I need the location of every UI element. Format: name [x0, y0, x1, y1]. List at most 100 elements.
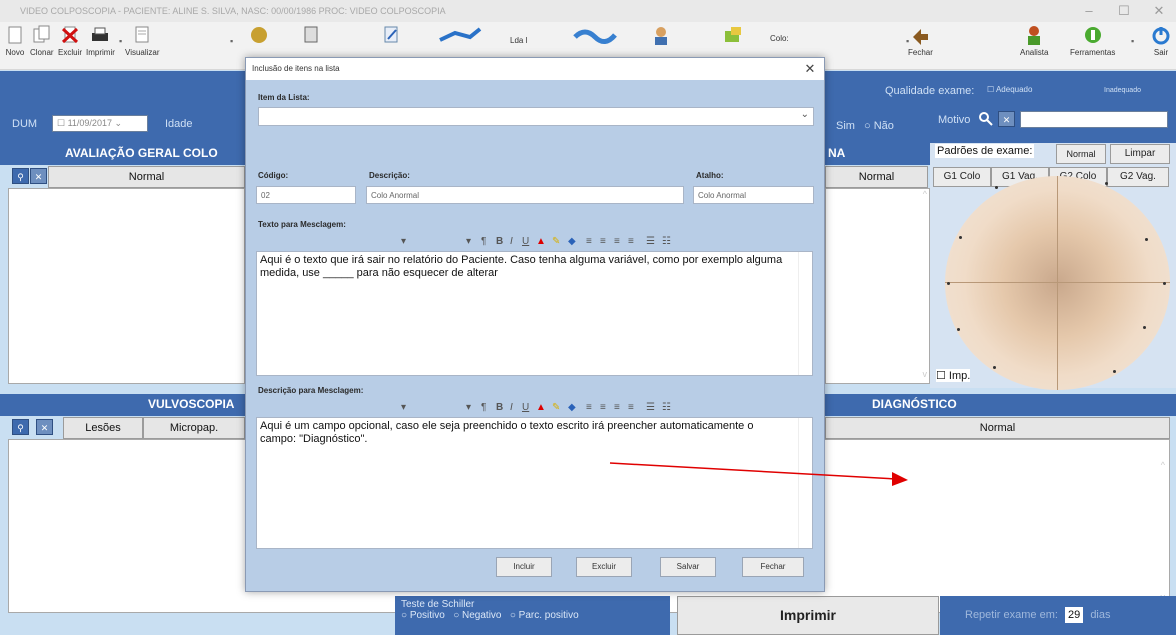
dialog-close-icon[interactable]: ✕ — [802, 60, 818, 78]
avaliacao-list[interactable] — [8, 188, 245, 384]
image-icon[interactable]: ◆ — [568, 236, 576, 247]
analista-button[interactable]: Analista — [1020, 25, 1048, 57]
visualizar-button[interactable]: Visualizar — [125, 25, 160, 57]
italic-icon[interactable]: I — [510, 236, 513, 247]
font-color-icon[interactable]: ▲ — [536, 236, 546, 247]
fechar-toolbar-label: Fechar — [908, 48, 933, 57]
clear-icon[interactable]: ✕ — [998, 111, 1015, 127]
scroll-up-icon[interactable]: ^ — [923, 189, 927, 199]
edit-button[interactable] — [380, 25, 402, 48]
avaliacao-right-list[interactable]: ^ v — [825, 188, 930, 384]
imprimir-dropdown-icon[interactable]: ▪ — [119, 36, 122, 46]
diagnostico-normal-col[interactable]: Normal — [825, 417, 1170, 439]
justify-icon[interactable]: ≡ — [628, 236, 634, 247]
motivo-input[interactable] — [1020, 111, 1168, 128]
justify-icon[interactable]: ≡ — [628, 402, 634, 413]
micropap-col[interactable]: Micropap. — [143, 417, 245, 439]
avaliacao-search-icon[interactable]: ⚲ — [12, 168, 29, 184]
scroll-down-icon[interactable]: v — [923, 369, 928, 379]
fechar-toolbar-button[interactable]: Fechar — [908, 25, 933, 57]
tab-g2-vag[interactable]: G2 Vag. — [1107, 167, 1169, 187]
minimize-button[interactable]: – — [1080, 2, 1098, 20]
texto-mesclagem-editor[interactable]: Aqui é o texto que irá sair no relatório… — [256, 251, 813, 376]
paragraph-icon[interactable]: ¶ — [481, 402, 486, 413]
maximize-button[interactable]: ☐ — [1115, 2, 1133, 20]
excluir-dialog-button[interactable]: Excluir — [576, 557, 632, 577]
bold-icon[interactable]: B — [496, 402, 503, 413]
align-center-icon[interactable]: ≡ — [600, 236, 606, 247]
font-dropdown-icon[interactable]: ▾ — [401, 402, 406, 413]
descricao-input[interactable]: Colo Anormal — [366, 186, 684, 204]
schiller-positivo-radio[interactable]: ○ Positivo — [401, 610, 445, 621]
nao-radio[interactable]: ○ Não — [864, 120, 894, 132]
vulvoscopia-clear-icon[interactable]: ✕ — [36, 419, 53, 435]
align-center-icon[interactable]: ≡ — [600, 402, 606, 413]
align-right-icon[interactable]: ≡ — [614, 402, 620, 413]
ferramentas-dropdown-icon[interactable]: ▪ — [1131, 36, 1134, 46]
lesoes-col[interactable]: Lesões — [63, 417, 143, 439]
underline-icon[interactable]: U — [522, 402, 529, 413]
search-icon[interactable] — [978, 111, 994, 127]
ferramentas-button[interactable]: Ferramentas — [1070, 25, 1115, 57]
numbered-list-icon[interactable]: ☷ — [662, 402, 671, 413]
codigo-label: Código: — [258, 171, 289, 180]
visualizar-dropdown-icon[interactable]: ▪ — [230, 36, 233, 46]
italic-icon[interactable]: I — [510, 402, 513, 413]
numbered-list-icon[interactable]: ☷ — [662, 236, 671, 247]
size-dropdown-icon[interactable]: ▾ — [466, 402, 471, 413]
schiller-negativo-radio[interactable]: ○ Negativo — [453, 610, 501, 621]
tab-g1-colo[interactable]: G1 Colo — [933, 167, 991, 187]
font-dropdown-icon[interactable]: ▾ — [401, 236, 406, 247]
paragraph-icon[interactable]: ¶ — [481, 236, 486, 247]
salvar-button[interactable]: Salvar — [660, 557, 716, 577]
bullet-list-icon[interactable]: ☰ — [646, 236, 655, 247]
imprimir-button[interactable]: Imprimir — [677, 596, 939, 635]
doctor-button[interactable] — [650, 25, 672, 48]
item-lista-select[interactable]: ⌄ — [258, 107, 814, 126]
highlight-icon[interactable]: ✎ — [552, 236, 560, 247]
repetir-input[interactable]: 29 — [1065, 607, 1084, 623]
cervix-diagram[interactable] — [945, 176, 1170, 390]
codigo-input[interactable]: 02 — [256, 186, 356, 204]
dum-date-input[interactable]: ☐ 11/09/2017 ⌄ — [52, 115, 148, 132]
bullet-list-icon[interactable]: ☰ — [646, 402, 655, 413]
imp-checkbox[interactable]: ☐ Imp. — [936, 369, 971, 382]
sair-button[interactable]: Sair — [1150, 25, 1172, 57]
video-button[interactable] — [570, 25, 620, 48]
texto-scrollbar[interactable] — [798, 252, 812, 375]
fechar-dialog-button[interactable]: Fechar — [742, 557, 804, 577]
excluir-button[interactable]: Excluir — [58, 25, 82, 57]
align-left-icon[interactable]: ≡ — [586, 402, 592, 413]
camera-button[interactable] — [430, 25, 490, 48]
avaliacao-normal-col[interactable]: Normal — [48, 166, 245, 188]
schiller-parcial-label: Parc. positivo — [518, 610, 579, 621]
close-window-button[interactable]: ✕ — [1150, 2, 1168, 20]
adequado-checkbox[interactable]: ☐ Adequado — [987, 85, 1032, 94]
document-button[interactable] — [300, 25, 322, 48]
padroes-limpar-button[interactable]: Limpar — [1110, 144, 1170, 164]
sim-radio[interactable]: Sim — [836, 120, 855, 132]
imprimir-toolbar-button[interactable]: Imprimir — [86, 25, 115, 57]
atalho-input[interactable]: Colo Anormal — [693, 186, 814, 204]
underline-icon[interactable]: U — [522, 236, 529, 247]
lower-scroll-up-icon[interactable]: ^ — [1161, 460, 1165, 470]
highlight-icon[interactable]: ✎ — [552, 402, 560, 413]
align-right-icon[interactable]: ≡ — [614, 236, 620, 247]
schiller-parcial-radio[interactable]: ○ Parc. positivo — [510, 610, 579, 621]
clonar-button[interactable]: Clonar — [30, 25, 54, 57]
vulvoscopia-search-icon[interactable]: ⚲ — [12, 419, 29, 435]
incluir-button[interactable]: Incluir — [496, 557, 552, 577]
novo-button[interactable]: Novo — [4, 25, 26, 57]
avaliacao-right-normal-col[interactable]: Normal — [825, 166, 928, 188]
gallery-button[interactable] — [248, 25, 270, 48]
font-color-icon[interactable]: ▲ — [536, 402, 546, 413]
descricao-label: Descrição: — [369, 171, 410, 180]
align-left-icon[interactable]: ≡ — [586, 236, 592, 247]
bold-icon[interactable]: B — [496, 236, 503, 247]
image-icon[interactable]: ◆ — [568, 402, 576, 413]
size-dropdown-icon[interactable]: ▾ — [466, 236, 471, 247]
avaliacao-clear-icon[interactable]: ✕ — [30, 168, 47, 184]
export-button[interactable] — [722, 25, 744, 48]
inadequado-checkbox[interactable]: Inadequado — [1104, 87, 1141, 94]
padroes-normal-button[interactable]: Normal — [1056, 144, 1106, 164]
